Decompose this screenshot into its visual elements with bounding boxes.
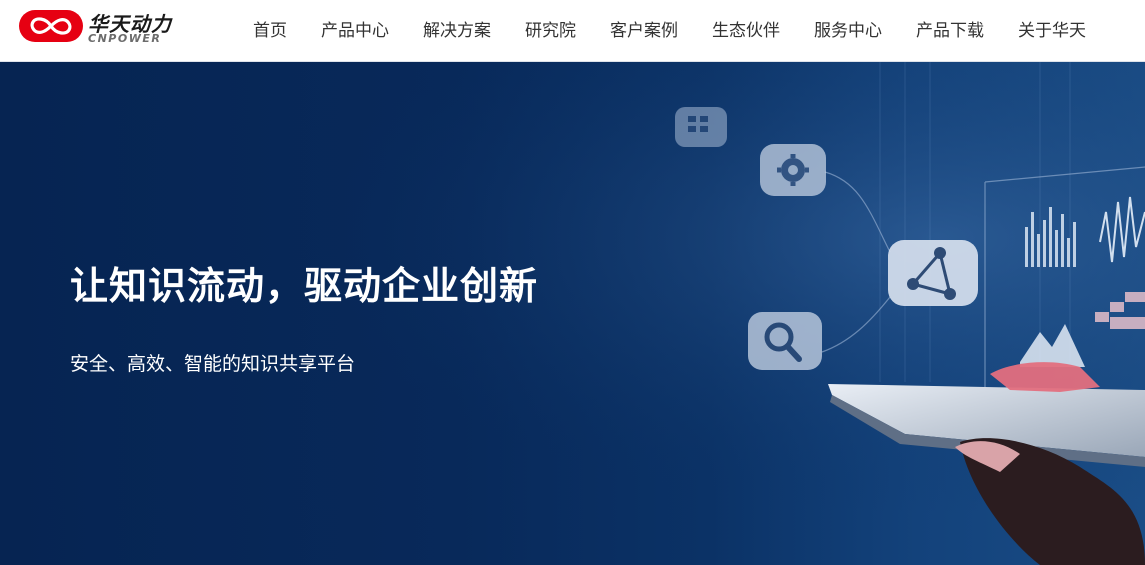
- hero-illustration: [0, 62, 1145, 565]
- brand-name-en: CNPOWER: [88, 32, 162, 45]
- hero-banner: 让知识流动，驱动企业创新 安全、高效、智能的知识共享平台: [0, 62, 1145, 565]
- nav-item-solutions[interactable]: 解决方案: [406, 16, 508, 41]
- nav-item-products[interactable]: 产品中心: [304, 16, 406, 41]
- hero-subtitle: 安全、高效、智能的知识共享平台: [70, 353, 356, 375]
- cnpower-logo-icon: [19, 10, 83, 42]
- logo[interactable]: 华天动力 CNPOWER: [18, 7, 178, 47]
- site-header: 华天动力 CNPOWER 首页 产品中心 解决方案 研究院 客户案例 生态伙伴 …: [0, 0, 1145, 62]
- nav-item-research[interactable]: 研究院: [508, 16, 593, 41]
- gear-icon: [760, 144, 826, 196]
- triangle-network-icon: [888, 240, 978, 306]
- hero-title: 让知识流动，驱动企业创新: [70, 264, 539, 308]
- nav-item-partners[interactable]: 生态伙伴: [695, 16, 797, 41]
- grid-icon: [675, 107, 727, 147]
- nav-item-home[interactable]: 首页: [236, 16, 304, 41]
- main-nav: 首页 产品中心 解决方案 研究院 客户案例 生态伙伴 服务中心 产品下载 关于华…: [236, 0, 1103, 56]
- nav-item-service[interactable]: 服务中心: [797, 16, 899, 41]
- search-icon: [748, 312, 822, 370]
- nav-item-cases[interactable]: 客户案例: [593, 16, 695, 41]
- nav-item-download[interactable]: 产品下载: [899, 16, 1001, 41]
- nav-item-about[interactable]: 关于华天: [1001, 16, 1103, 41]
